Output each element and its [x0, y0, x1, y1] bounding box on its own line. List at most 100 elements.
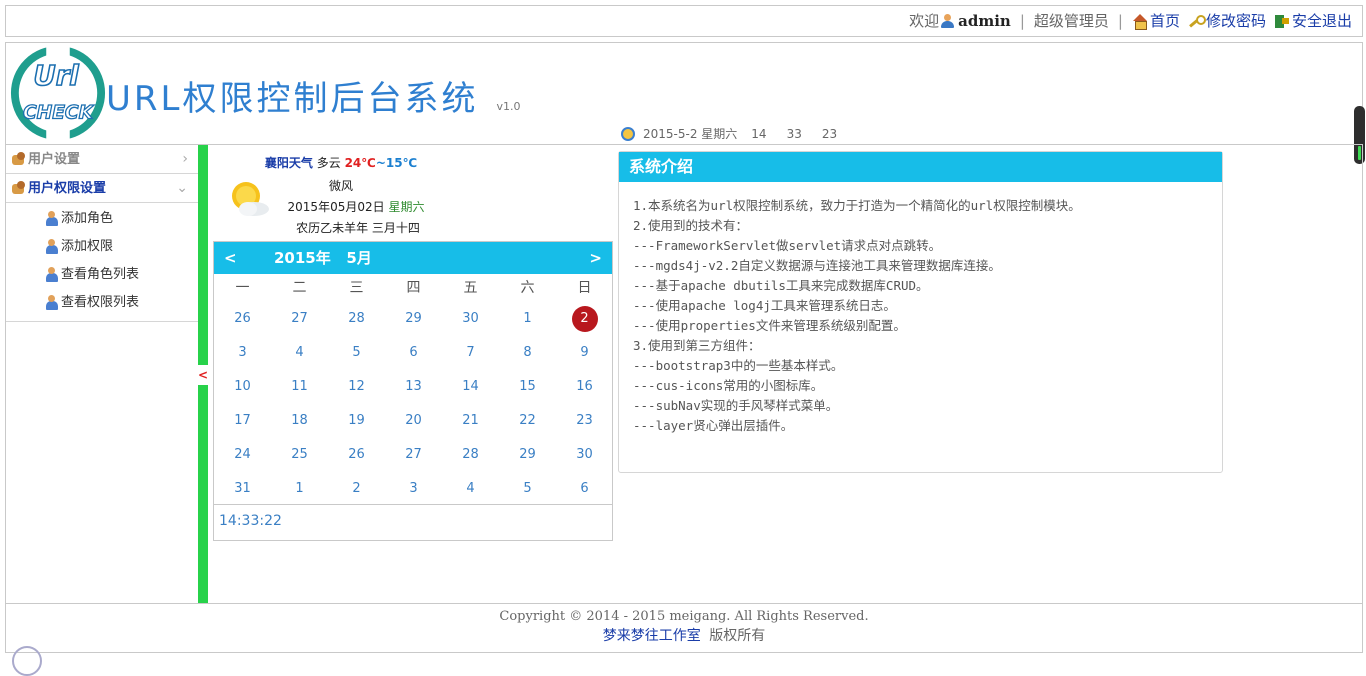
calendar-day[interactable]: 26: [214, 302, 271, 336]
calendar-day[interactable]: 10: [214, 370, 271, 404]
logout-link[interactable]: 安全退出: [1274, 6, 1352, 36]
nav-item-label: 添加权限: [61, 239, 114, 254]
calendar-grid: 一二三四五六日 26 27 28 29 30 1 2 3 4 5 6 7 8 9 10 11 12 13 14 15 16…: [214, 274, 612, 506]
calendar-month-title[interactable]: 2015年 5月: [274, 242, 372, 274]
calendar-day[interactable]: 13: [385, 370, 442, 404]
intro-line: ---基于apache dbutils工具来完成数据库CRUD。: [633, 278, 929, 293]
nav-group-label: 用户设置: [28, 151, 81, 167]
header-second: 23: [821, 126, 838, 141]
calendar-weekday-header: 四: [406, 280, 421, 296]
calendar-day-number: 28: [462, 447, 479, 462]
calendar-weekday-header: 五: [463, 280, 478, 296]
calendar-day[interactable]: 23: [556, 404, 613, 438]
calendar-day-number: 4: [466, 481, 475, 496]
calendar-day[interactable]: 3: [385, 472, 442, 506]
calendar-day[interactable]: 5: [328, 336, 385, 370]
studio-link[interactable]: 梦来梦往工作室: [603, 628, 701, 644]
calendar-day[interactable]: 26: [328, 438, 385, 472]
nav-group-permission-settings[interactable]: 用户权限设置 ⌄: [6, 174, 198, 203]
logout-label: 安全退出: [1291, 12, 1352, 30]
calendar-day[interactable]: 12: [328, 370, 385, 404]
weather-lunar: 农历乙未羊年 三月十四: [296, 221, 420, 235]
calendar-day[interactable]: 27: [271, 302, 328, 336]
calendar-day[interactable]: 22: [499, 404, 556, 438]
calendar-day[interactable]: 29: [385, 302, 442, 336]
change-password-label: 修改密码: [1205, 12, 1266, 30]
nav-item-permission-list[interactable]: 查看权限列表: [6, 289, 198, 317]
calendar-day[interactable]: 25: [271, 438, 328, 472]
calendar-day-number: 31: [234, 481, 251, 496]
calendar-weekday-header: 日: [577, 280, 592, 296]
divider: |: [1117, 12, 1123, 30]
calendar-time: 14:33:22: [214, 504, 612, 540]
calendar-day[interactable]: 29: [499, 438, 556, 472]
change-password-link[interactable]: 修改密码: [1188, 6, 1266, 36]
intro-line: ---使用properties文件来管理系统级别配置。: [633, 318, 906, 333]
calendar-day-number: 2: [352, 481, 361, 496]
calendar-day[interactable]: 9: [556, 336, 613, 370]
calendar-day[interactable]: 28: [328, 302, 385, 336]
calendar-day-number: 6: [580, 481, 589, 496]
calendar-day[interactable]: 2: [556, 302, 613, 336]
calendar-day[interactable]: 24: [214, 438, 271, 472]
weather-date: 2015年05月02日: [287, 200, 385, 214]
weather-widget: 襄阳天气 多云 24℃~15℃ 微风 2015年05月02日 星期六 农历乙未羊…: [221, 153, 461, 239]
calendar-day-number: 5: [523, 481, 532, 496]
calendar-day[interactable]: 15: [499, 370, 556, 404]
calendar-day[interactable]: 7: [442, 336, 499, 370]
calendar-day[interactable]: 30: [442, 302, 499, 336]
calendar-day[interactable]: 16: [556, 370, 613, 404]
nav-item-add-permission[interactable]: 添加权限: [6, 233, 198, 261]
calendar-day-number: 1: [295, 481, 304, 496]
lock-icon: [44, 239, 60, 255]
weather-condition: 多云: [316, 156, 341, 170]
calendar-prev-button[interactable]: <: [224, 242, 237, 274]
calendar-day-number: 18: [291, 413, 308, 428]
weather-tilde: ~: [375, 156, 386, 170]
calendar-next-button[interactable]: >: [589, 242, 602, 274]
nav-submenu: 添加角色 添加权限 查看角色列表 查看权限列表: [6, 203, 198, 322]
calendar-day-number: 27: [405, 447, 422, 462]
calendar-day[interactable]: 19: [328, 404, 385, 438]
copyright-text: Copyright © 2014 - 2015 meigang. All Rig…: [499, 609, 869, 624]
calendar-day-number: 13: [405, 379, 422, 394]
weather-weekday: 星期六: [388, 200, 425, 214]
calendar-day[interactable]: 6: [556, 472, 613, 506]
calendar-day[interactable]: 14: [442, 370, 499, 404]
calendar-day[interactable]: 20: [385, 404, 442, 438]
calendar-day[interactable]: 18: [271, 404, 328, 438]
nav-group-user-settings[interactable]: 用户设置 ›: [6, 145, 198, 174]
nav-group-label: 用户权限设置: [28, 180, 107, 196]
calendar-day[interactable]: 4: [442, 472, 499, 506]
calendar-header: < 2015年 5月 >: [214, 242, 612, 274]
home-link[interactable]: 首页: [1132, 6, 1180, 36]
calendar-day[interactable]: 1: [271, 472, 328, 506]
calendar-day[interactable]: 1: [499, 302, 556, 336]
calendar-day-number: 2: [571, 306, 598, 332]
calendar-day[interactable]: 6: [385, 336, 442, 370]
collapse-sidebar-button[interactable]: <: [198, 365, 208, 385]
calendar-day[interactable]: 28: [442, 438, 499, 472]
calendar-day-number: 9: [580, 345, 589, 360]
calendar-weekday-header: 二: [292, 280, 307, 296]
calendar-day-number: 29: [405, 311, 422, 326]
clock-icon: [621, 126, 635, 141]
weather-line-1: 襄阳天气 多云 24℃~15℃: [221, 153, 461, 174]
calendar-day[interactable]: 11: [271, 370, 328, 404]
calendar-day[interactable]: 17: [214, 404, 271, 438]
calendar-day[interactable]: 8: [499, 336, 556, 370]
calendar-day[interactable]: 5: [499, 472, 556, 506]
calendar-day[interactable]: 31: [214, 472, 271, 506]
weather-high: 24℃: [344, 156, 376, 170]
calendar-day[interactable]: 30: [556, 438, 613, 472]
calendar-day-number: 11: [291, 379, 308, 394]
calendar-day[interactable]: 27: [385, 438, 442, 472]
calendar-day[interactable]: 3: [214, 336, 271, 370]
calendar-day[interactable]: 21: [442, 404, 499, 438]
nav-item-add-role[interactable]: 添加角色: [6, 205, 198, 233]
nav-item-role-list[interactable]: 查看角色列表: [6, 261, 198, 289]
calendar-day[interactable]: 2: [328, 472, 385, 506]
calendar-day[interactable]: 4: [271, 336, 328, 370]
top-bar-user-area: 欢迎 admin | 超级管理员 | 首页 修改密码 安全退出: [909, 6, 1352, 36]
calendar-weekday-header: 三: [349, 280, 364, 296]
